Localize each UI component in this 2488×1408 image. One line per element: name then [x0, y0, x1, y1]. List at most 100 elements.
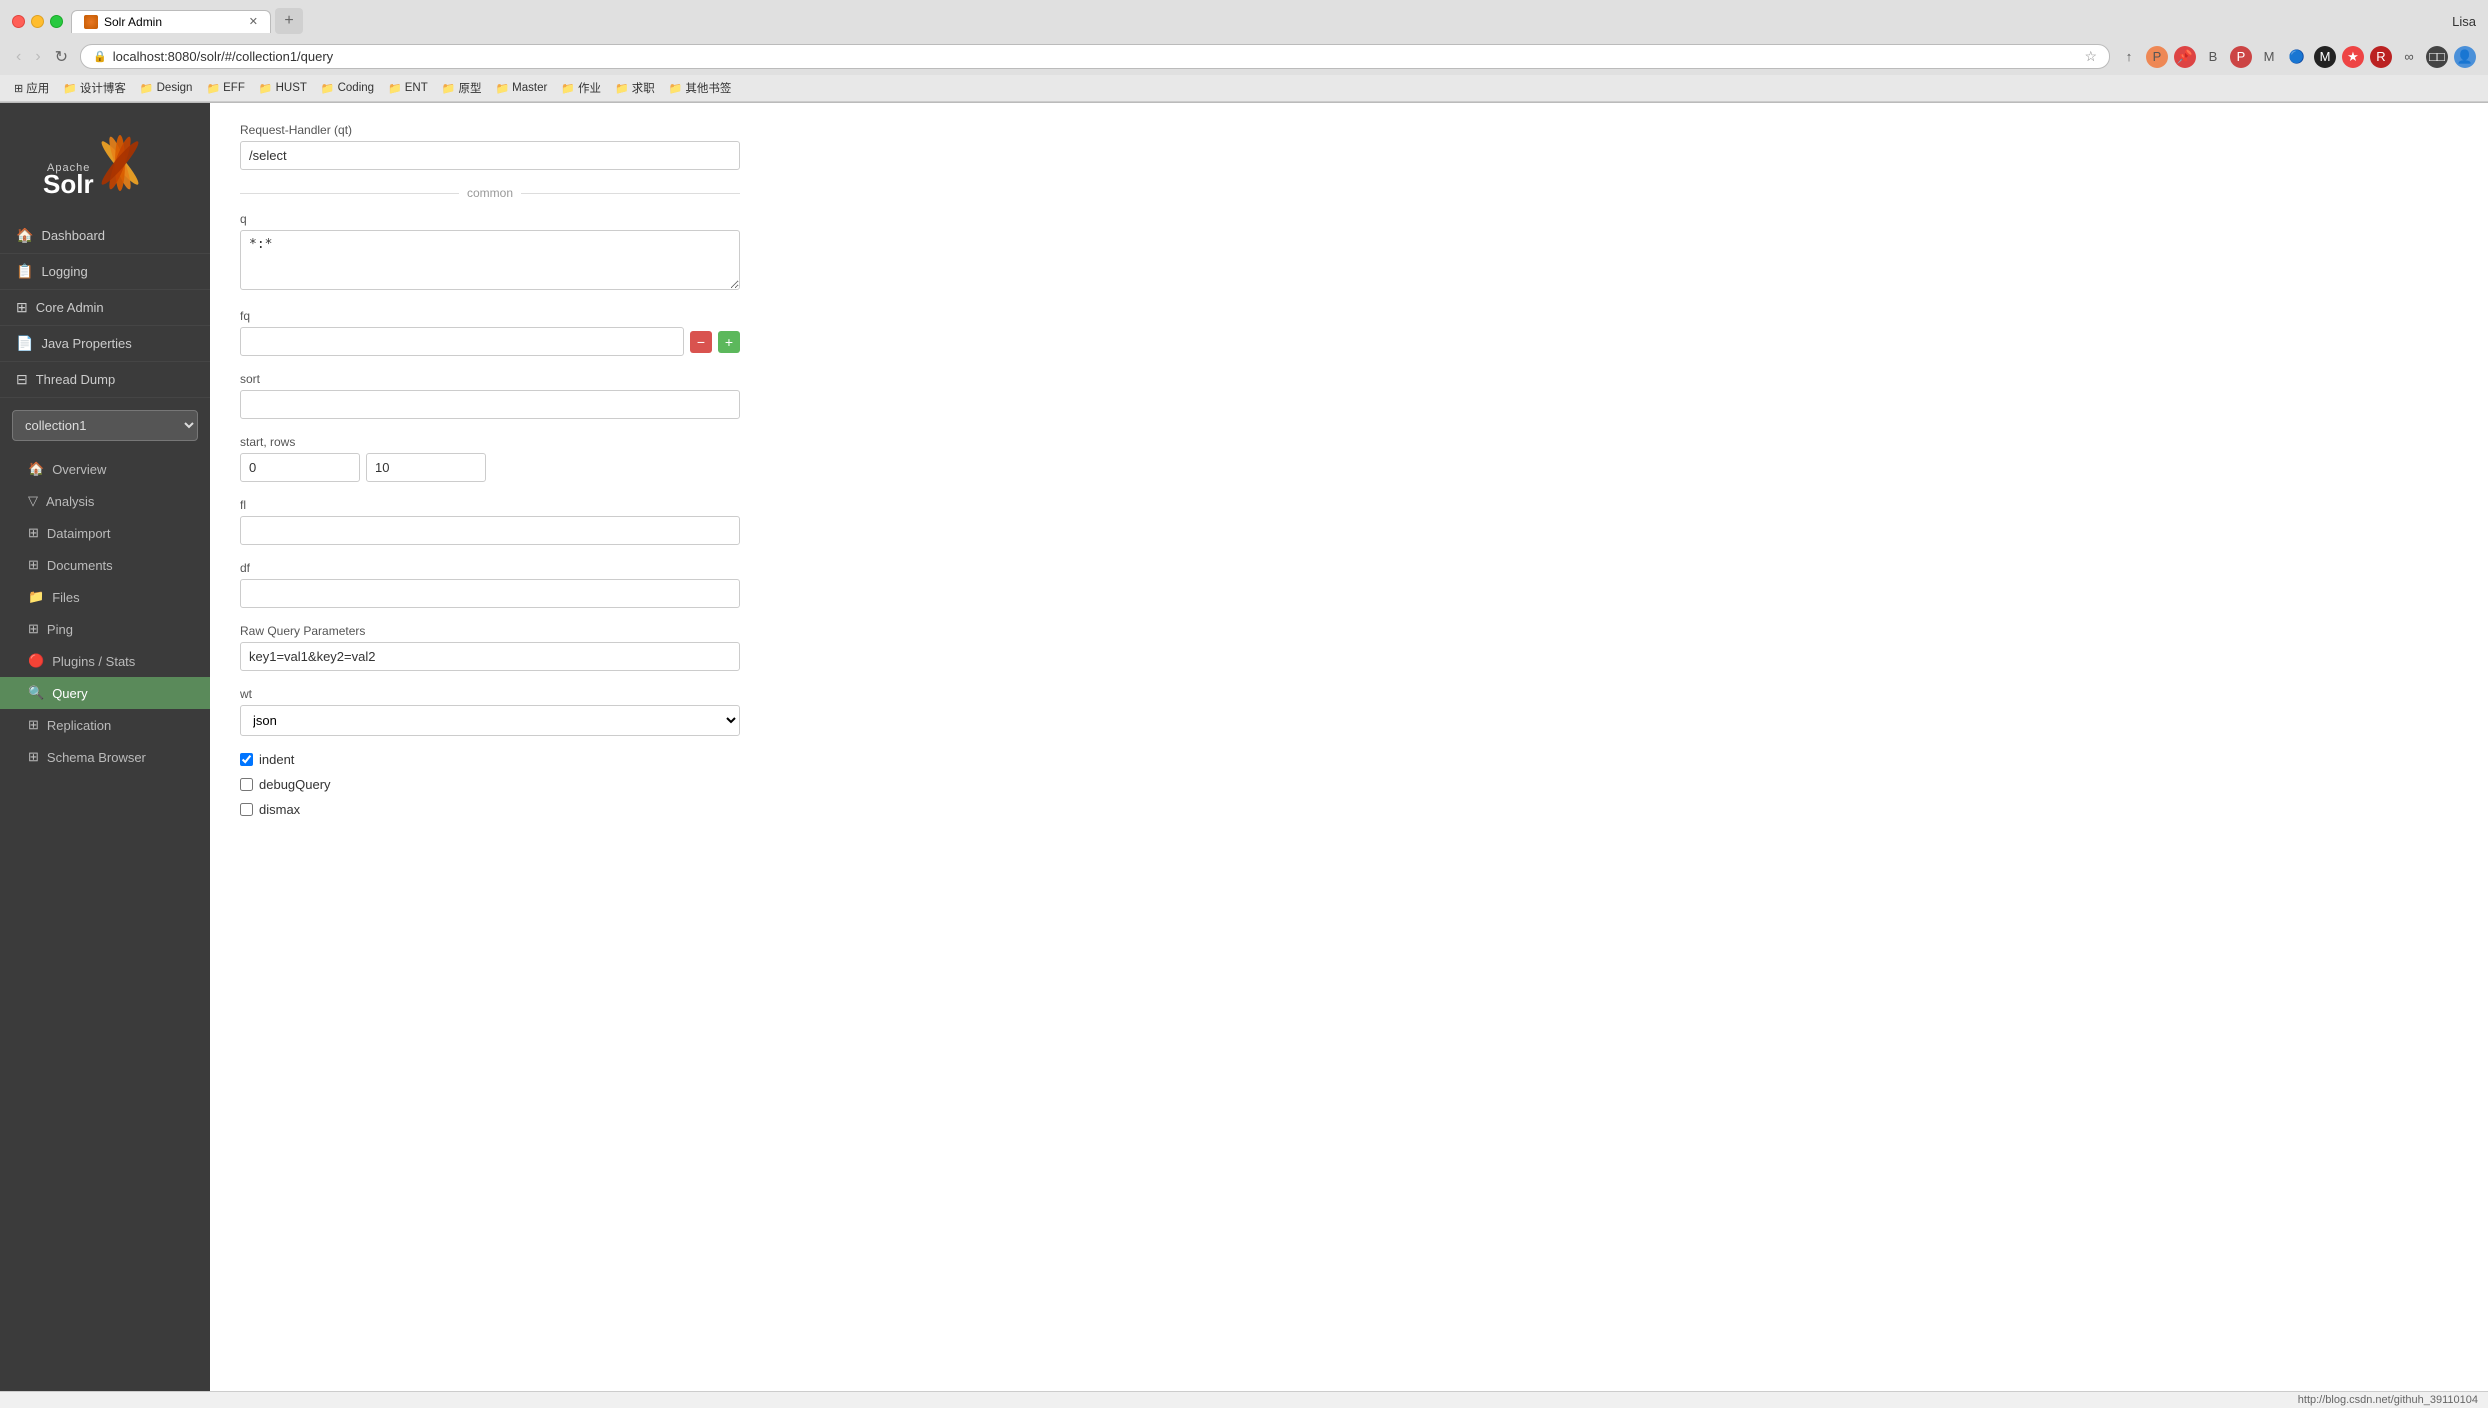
collection-nav-files[interactable]: 📁 Files — [0, 581, 210, 613]
sort-input[interactable] — [240, 390, 740, 419]
q-input[interactable]: *:* — [240, 230, 740, 290]
bookmarks-item-5[interactable]: 📁 ENT — [382, 80, 434, 97]
sidebar-item-label: Thread Dump — [36, 372, 115, 387]
fq-group: fq − + — [240, 309, 740, 356]
browser-chrome: Solr Admin ✕ + Lisa ‹ › ↻ 🔒 localhost:80… — [0, 0, 2488, 103]
collection-nav-plugins-stats[interactable]: 🔴 Plugins / Stats — [0, 645, 210, 677]
toolbar-icon-12[interactable]: □□ — [2426, 46, 2448, 68]
raw-query-group: Raw Query Parameters — [240, 624, 740, 671]
thread-dump-icon: ⊟ — [16, 371, 28, 388]
toolbar-icon-2[interactable]: P — [2146, 46, 2168, 68]
fl-input[interactable] — [240, 516, 740, 545]
bookmarks-item-7[interactable]: 📁 Master — [489, 80, 553, 97]
bookmarks-item-9[interactable]: 📁 求职 — [609, 78, 661, 98]
dismax-label[interactable]: dismax — [259, 802, 300, 817]
new-tab-button[interactable]: + — [275, 8, 303, 34]
sidebar: Apache Solr 🏠 Dashboard 📋 Logging ⊞ Core… — [0, 103, 210, 1401]
wt-group: wt json xml python ruby php csv — [240, 687, 740, 736]
start-input[interactable] — [240, 453, 360, 482]
debug-query-checkbox[interactable] — [240, 778, 253, 791]
collection-nav-label: Query — [52, 686, 87, 701]
toolbar-icon-4[interactable]: B — [2202, 46, 2224, 68]
forward-button[interactable]: › — [31, 46, 44, 68]
tab-bar: Solr Admin ✕ + — [71, 8, 2444, 34]
toolbar-icon-9[interactable]: ★ — [2342, 46, 2364, 68]
toolbar-icon-10[interactable]: R — [2370, 46, 2392, 68]
user-label: Lisa — [2452, 14, 2476, 29]
toolbar-icon-6[interactable]: M — [2258, 46, 2280, 68]
java-properties-icon: 📄 — [16, 335, 33, 352]
overview-icon: 🏠 — [28, 461, 44, 477]
bookmarks-item-6[interactable]: 📁 原型 — [436, 78, 488, 98]
df-input[interactable] — [240, 579, 740, 608]
toolbar-icon-1[interactable]: ↑ — [2118, 46, 2140, 68]
toolbar-icon-8[interactable]: M — [2314, 46, 2336, 68]
collection-nav-schema-browser[interactable]: ⊞ Schema Browser — [0, 741, 210, 773]
raw-query-label: Raw Query Parameters — [240, 624, 740, 638]
back-button[interactable]: ‹ — [12, 46, 25, 68]
bookmarks-item-1[interactable]: 📁 Design — [134, 80, 199, 97]
collection-nav-overview[interactable]: 🏠 Overview — [0, 453, 210, 485]
collection-selector: collection1 — [12, 410, 198, 441]
sidebar-item-thread-dump[interactable]: ⊟ Thread Dump — [0, 362, 210, 398]
wt-select[interactable]: json xml python ruby php csv — [240, 705, 740, 736]
toolbar-icon-5[interactable]: P — [2230, 46, 2252, 68]
indent-label[interactable]: indent — [259, 752, 294, 767]
bookmarks-item-8[interactable]: 📁 作业 — [555, 78, 607, 98]
bookmarks-item-3[interactable]: 📁 HUST — [253, 80, 313, 97]
bookmarks-apps[interactable]: ⊞ 应用 — [8, 78, 55, 98]
collection-nav-label: Overview — [52, 462, 106, 477]
fl-group: fl — [240, 498, 740, 545]
collection-nav-analysis[interactable]: ▽ Analysis — [0, 485, 210, 517]
minimize-button[interactable] — [31, 15, 44, 28]
close-button[interactable] — [12, 15, 25, 28]
sidebar-item-java-properties[interactable]: 📄 Java Properties — [0, 326, 210, 362]
bookmarks-bar: ⊞ 应用 📁 设计博客 📁 Design 📁 EFF 📁 HUST 📁 Codi… — [0, 75, 2488, 102]
refresh-button[interactable]: ↻ — [51, 45, 72, 69]
sidebar-item-label: Java Properties — [41, 336, 131, 351]
sidebar-item-logging[interactable]: 📋 Logging — [0, 254, 210, 290]
collection-nav-ping[interactable]: ⊞ Ping — [0, 613, 210, 645]
active-tab[interactable]: Solr Admin ✕ — [71, 10, 271, 33]
collection-select[interactable]: collection1 — [12, 410, 198, 441]
bookmarks-item-0[interactable]: 📁 设计博客 — [57, 78, 132, 98]
collection-nav-replication[interactable]: ⊞ Replication — [0, 709, 210, 741]
dismax-checkbox[interactable] — [240, 803, 253, 816]
logging-icon: 📋 — [16, 263, 33, 280]
collection-nav-documents[interactable]: ⊞ Documents — [0, 549, 210, 581]
bookmarks-item-10[interactable]: 📁 其他书签 — [663, 78, 738, 98]
nav-buttons: ‹ › ↻ — [12, 45, 72, 69]
titlebar: Solr Admin ✕ + Lisa — [0, 0, 2488, 40]
url-bar[interactable]: 🔒 localhost:8080/solr/#/collection1/quer… — [80, 44, 2110, 69]
collection-nav-dataimport[interactable]: ⊞ Dataimport — [0, 517, 210, 549]
collection-nav-query[interactable]: 🔍 Query — [0, 677, 210, 709]
fq-add-button[interactable]: + — [718, 331, 740, 353]
svg-text:Solr: Solr — [43, 169, 94, 198]
toolbar-icon-11[interactable]: ∞ — [2398, 46, 2420, 68]
raw-query-input[interactable] — [240, 642, 740, 671]
fq-remove-button[interactable]: − — [690, 331, 712, 353]
fq-input[interactable] — [240, 327, 684, 356]
sidebar-item-core-admin[interactable]: ⊞ Core Admin — [0, 290, 210, 326]
bookmarks-item-2[interactable]: 📁 EFF — [200, 80, 250, 97]
sidebar-item-dashboard[interactable]: 🏠 Dashboard — [0, 218, 210, 254]
traffic-lights — [12, 15, 63, 28]
documents-icon: ⊞ — [28, 557, 39, 573]
collection-nav-label: Files — [52, 590, 79, 605]
toolbar-icon-7[interactable]: 🔵 — [2286, 46, 2308, 68]
request-handler-input[interactable] — [240, 141, 740, 170]
toolbar-icon-3[interactable]: 📌 — [2174, 46, 2196, 68]
user-avatar[interactable]: 👤 — [2454, 46, 2476, 68]
bookmarks-item-4[interactable]: 📁 Coding — [315, 80, 380, 97]
url-text: localhost:8080/solr/#/collection1/query — [113, 49, 2079, 64]
common-divider: common — [240, 186, 740, 200]
collection-nav-label: Dataimport — [47, 526, 111, 541]
indent-checkbox[interactable] — [240, 753, 253, 766]
bookmark-star-icon[interactable]: ☆ — [2084, 48, 2097, 65]
rows-input[interactable] — [366, 453, 486, 482]
maximize-button[interactable] — [50, 15, 63, 28]
indent-row: indent — [240, 752, 740, 767]
fl-label: fl — [240, 498, 740, 512]
tab-close-button[interactable]: ✕ — [249, 15, 258, 28]
debug-query-label[interactable]: debugQuery — [259, 777, 331, 792]
